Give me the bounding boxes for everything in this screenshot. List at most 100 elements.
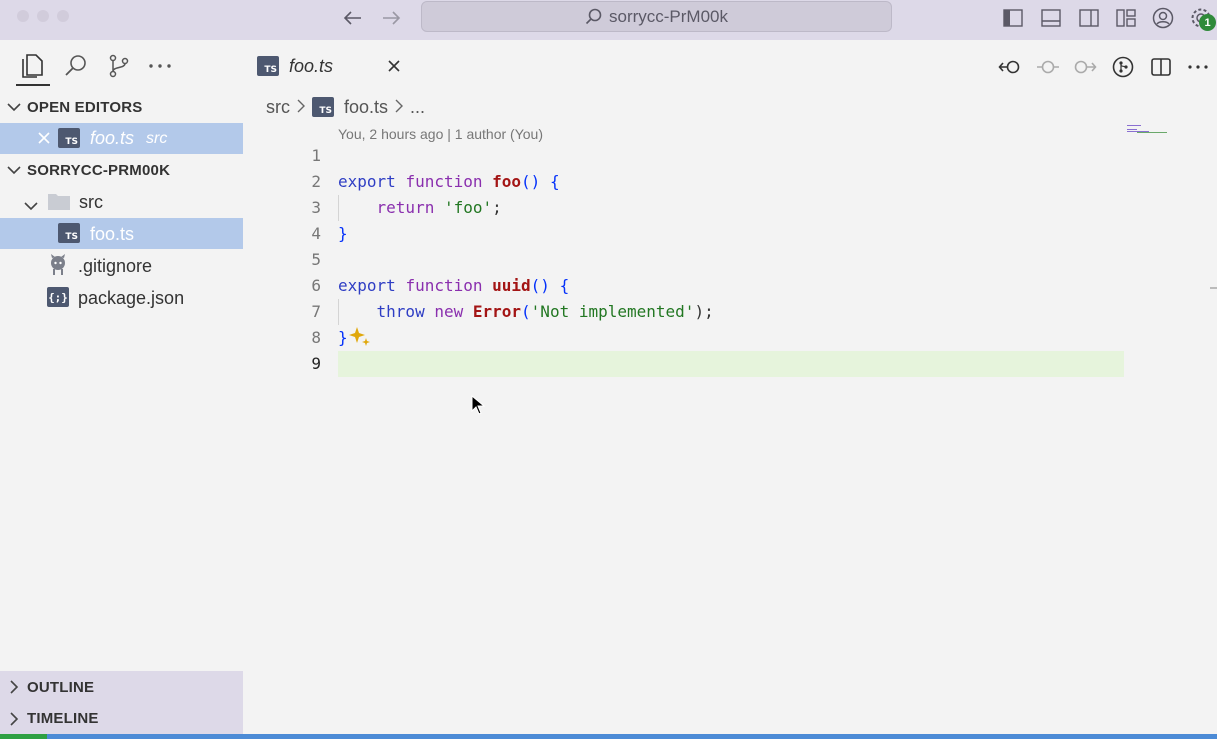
breadcrumb-symbol[interactable]: ... <box>410 97 425 118</box>
line-number: 7 <box>311 302 321 321</box>
maximize-window-button[interactable] <box>57 10 69 22</box>
code-line[interactable]: 1 <box>243 143 1217 169</box>
code-token: uuid <box>492 276 531 295</box>
tab-foo-ts[interactable]: TS foo.ts <box>243 40 415 92</box>
git-cat-icon <box>48 254 68 281</box>
next-change-icon[interactable] <box>1072 54 1098 80</box>
split-editor-icon[interactable] <box>1148 54 1174 80</box>
code-token: export <box>338 276 406 295</box>
sparkle-icon[interactable] <box>349 327 371 354</box>
project-title: SORRYCC-PRM00K <box>27 161 171 179</box>
code-token: foo <box>492 172 522 191</box>
breadcrumb-folder[interactable]: src <box>266 97 290 118</box>
minimap[interactable] <box>1127 124 1171 138</box>
outline-header[interactable]: OUTLINE <box>0 671 243 703</box>
editor-tab-bar: TS foo.ts <box>243 40 1217 92</box>
code-token: } <box>338 328 348 347</box>
current-line-highlight <box>338 351 1124 377</box>
open-editor-path: src <box>146 130 168 147</box>
timeline-header[interactable]: TIMELINE <box>0 703 243 734</box>
code-token: function <box>405 172 493 191</box>
file-gitignore[interactable]: .gitignore <box>0 250 243 281</box>
chevron-down-icon <box>0 165 27 175</box>
line-number: 1 <box>311 146 321 165</box>
search-icon[interactable] <box>60 50 92 82</box>
source-control-icon[interactable] <box>103 50 135 82</box>
json-file-icon: {;} <box>47 287 69 307</box>
line-number: 6 <box>311 276 321 295</box>
line-number: 8 <box>311 328 321 347</box>
code-editor[interactable]: 1 2 export function foo () {3 return 'foo';… <box>243 143 1217 733</box>
code-token: () <box>530 276 560 295</box>
code-token: ); <box>694 302 714 321</box>
typescript-file-icon: TS <box>257 56 279 76</box>
code-token: ; <box>492 198 502 217</box>
back-arrow-icon[interactable] <box>339 4 367 32</box>
toggle-sidebar-icon[interactable] <box>999 4 1027 32</box>
code-line[interactable]: 7 throw new Error('Not implemented'); <box>243 299 1217 325</box>
code-token: return <box>338 198 444 217</box>
git-blame-codelens[interactable]: You, 2 hours ago | 1 author (You) <box>338 126 543 142</box>
scrollbar-marker <box>1210 287 1217 289</box>
open-editor-item[interactable]: TS foo.ts src <box>0 123 243 154</box>
breadcrumb-file[interactable]: foo.ts <box>344 97 388 118</box>
code-text: } <box>338 325 348 351</box>
folder-icon <box>47 191 71 216</box>
line-number: 3 <box>311 198 321 217</box>
open-editor-filename: foo.ts <box>90 128 135 148</box>
code-line[interactable]: 3 return 'foo'; <box>243 195 1217 221</box>
chevron-down-icon <box>0 102 27 112</box>
file-label: package.json <box>78 288 185 308</box>
file-package-json[interactable]: {;} package.json <box>0 282 243 313</box>
code-token: export <box>338 172 406 191</box>
close-icon[interactable] <box>36 130 52 151</box>
toggle-panel-icon[interactable] <box>1037 4 1065 32</box>
code-token: ( <box>521 302 531 321</box>
file-foo-ts[interactable]: TS foo.ts <box>0 218 243 249</box>
command-center[interactable]: sorrycc-PrM00k <box>421 1 892 32</box>
folder-src[interactable]: src <box>0 186 243 217</box>
file-label: foo.ts <box>90 224 135 244</box>
project-header[interactable]: SORRYCC-PRM00K <box>0 155 243 185</box>
mouse-cursor-icon <box>471 394 486 415</box>
code-line[interactable]: 6 export function uuid() { <box>243 273 1217 299</box>
search-icon <box>585 8 602 24</box>
code-text: throw new Error('Not implemented'); <box>338 299 714 325</box>
code-token: { <box>549 172 560 191</box>
minimize-window-button[interactable] <box>37 10 49 22</box>
code-line[interactable]: 5 <box>243 247 1217 273</box>
code-line[interactable]: 2 export function foo() { <box>243 169 1217 195</box>
explorer-icon[interactable] <box>16 50 48 82</box>
open-editors-header[interactable]: OPEN EDITORS <box>0 92 243 122</box>
line-number: 5 <box>311 250 321 269</box>
toggle-secondary-sidebar-icon[interactable] <box>1075 4 1103 32</box>
chevron-down-icon <box>24 195 38 216</box>
code-line[interactable]: 9 <box>243 351 1217 377</box>
close-window-button[interactable] <box>17 10 29 22</box>
code-token: Error <box>472 302 522 321</box>
more-actions-icon[interactable] <box>1185 54 1211 80</box>
typescript-file-icon: TS <box>58 223 80 243</box>
line-number: 2 <box>311 172 321 191</box>
code-text: export function uuid() { <box>338 273 569 299</box>
chevron-right-icon <box>0 711 27 726</box>
code-line[interactable]: 4} <box>243 221 1217 247</box>
settings-gear-icon[interactable]: 1 <box>1187 4 1216 32</box>
forward-arrow-icon[interactable] <box>377 4 405 32</box>
account-icon[interactable] <box>1149 4 1177 32</box>
previous-change-icon[interactable] <box>1035 54 1061 80</box>
command-center-label: sorrycc-PrM00k <box>608 6 728 26</box>
tab-title: foo.ts <box>289 56 334 76</box>
code-token: function <box>405 276 493 295</box>
code-token: { <box>559 276 570 295</box>
more-icon[interactable] <box>144 50 176 82</box>
customize-layout-icon[interactable] <box>1112 4 1140 32</box>
remote-indicator[interactable] <box>0 734 47 739</box>
open-changes-icon[interactable] <box>997 54 1023 80</box>
git-commit-icon[interactable] <box>1110 54 1136 80</box>
folder-label: src <box>79 192 103 212</box>
open-editors-title: OPEN EDITORS <box>27 98 143 116</box>
code-line[interactable]: 8} <box>243 325 1217 351</box>
code-text: return 'foo'; <box>338 195 502 221</box>
close-icon[interactable] <box>386 58 402 79</box>
